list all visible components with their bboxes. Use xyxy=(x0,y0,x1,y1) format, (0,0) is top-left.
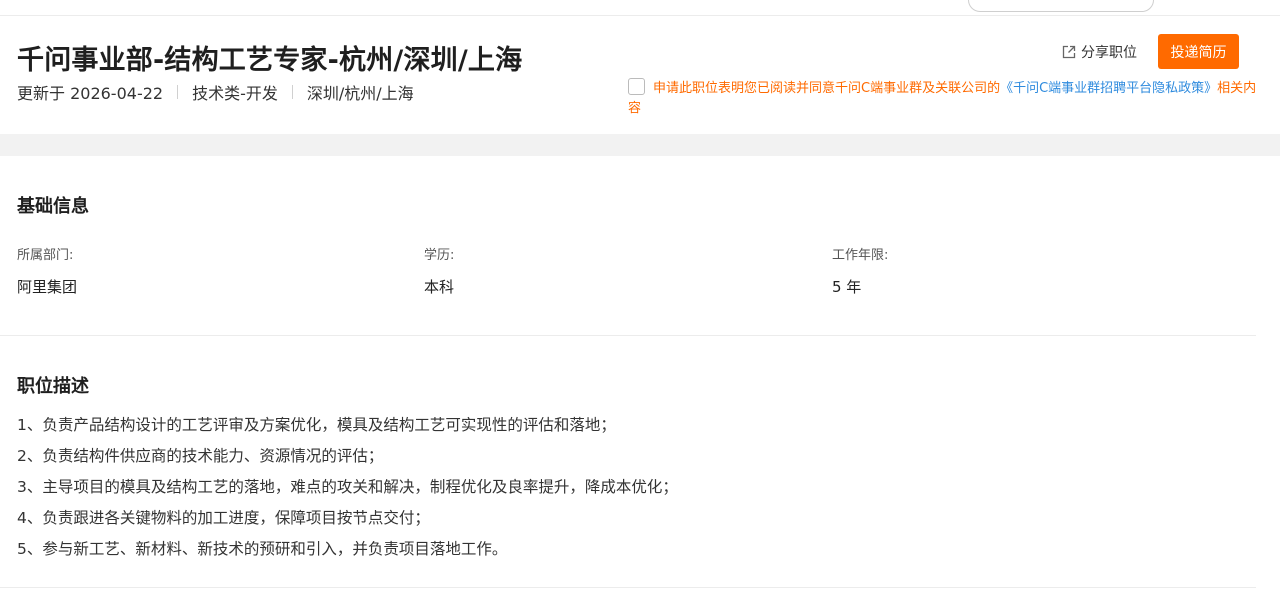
description-item: 4、负责跟进各关键物料的加工进度，保障项目按节点交付； xyxy=(17,509,430,527)
apply-resume-button[interactable]: 投递简历 xyxy=(1158,34,1239,69)
job-description-list: 1、负责产品结构设计的工艺评审及方案优化，模具及结构工艺可实现性的评估和落地； … xyxy=(17,413,678,568)
experience-value: 5 年 xyxy=(832,278,862,296)
department-label: 所属部门: xyxy=(17,248,74,263)
department-value: 阿里集团 xyxy=(17,278,78,296)
description-item: 2、负责结构件供应商的技术能力、资源情况的评估； xyxy=(17,447,384,465)
experience-label: 工作年限: xyxy=(832,248,889,263)
job-description-title: 职位描述 xyxy=(17,376,89,397)
job-category: 技术类-开发 xyxy=(192,84,278,103)
meta-separator xyxy=(291,85,293,99)
job-locations: 深圳/杭州/上海 xyxy=(306,84,414,103)
share-icon xyxy=(1062,45,1076,59)
description-item: 1、负责产品结构设计的工艺评审及方案优化，模具及结构工艺可实现性的评估和落地； xyxy=(17,416,616,434)
privacy-policy-link[interactable]: 《千问C端事业群招聘平台隐私政策》 xyxy=(1000,81,1217,96)
basic-info-title: 基础信息 xyxy=(17,196,89,217)
job-title: 千问事业部-结构工艺专家-杭州/深圳/上海 xyxy=(17,45,523,76)
section-gap xyxy=(0,134,1280,156)
education-label: 学历: xyxy=(424,248,455,263)
consent-checkbox[interactable] xyxy=(628,78,645,95)
search-box[interactable] xyxy=(968,0,1154,12)
education-value: 本科 xyxy=(424,278,455,296)
section-divider xyxy=(0,587,1256,588)
description-item: 3、主导项目的模具及结构工艺的落地，难点的攻关和解决，制程优化及良率提升，降成本… xyxy=(17,478,678,496)
section-divider xyxy=(0,335,1256,336)
description-item: 5、参与新工艺、新材料、新技术的预研和引入，并负责项目落地工作。 xyxy=(17,540,508,558)
share-job-link[interactable]: 分享职位 xyxy=(1061,42,1137,62)
share-label: 分享职位 xyxy=(1081,45,1137,61)
top-nav-bar xyxy=(0,0,1280,16)
privacy-consent: 申请此职位表明您已阅读并同意千问C端事业群及关联公司的《千问C端事业群招聘平台隐… xyxy=(628,78,1264,119)
updated-date: 更新于 2026-04-22 xyxy=(17,84,164,103)
job-header: 千问事业部-结构工艺专家-杭州/深圳/上海 更新于 2026-04-22 技术类… xyxy=(0,16,1280,134)
consent-text: 申请此职位表明您已阅读并同意千问C端事业群及关联公司的 xyxy=(653,81,1001,96)
job-meta: 更新于 2026-04-22 技术类-开发 深圳/杭州/上海 xyxy=(17,80,414,104)
meta-separator xyxy=(177,85,179,99)
